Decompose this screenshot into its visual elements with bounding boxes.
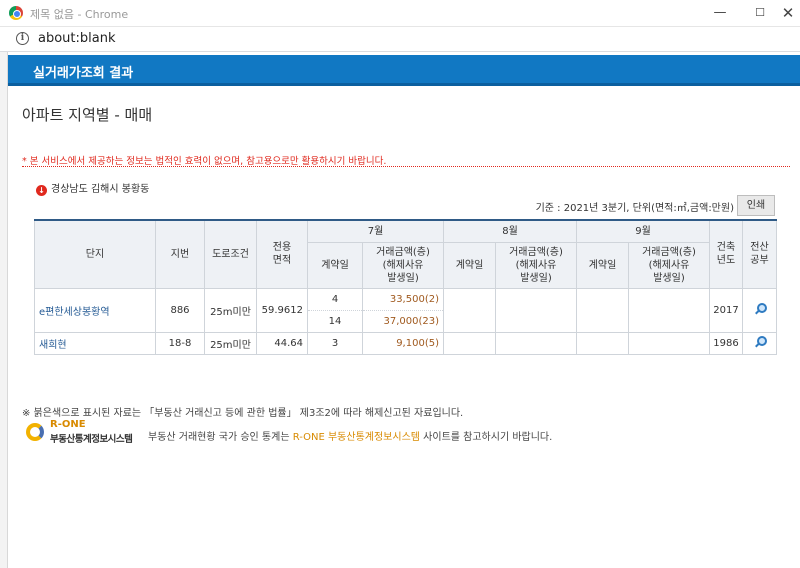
exclusive-area: 59.9612	[256, 287, 308, 333]
build-year: 1986	[709, 331, 743, 355]
road-condition: 25m미만	[204, 287, 257, 333]
empty-cell	[576, 287, 629, 333]
empty-cell	[443, 287, 496, 333]
page-title: 아파트 지역별 - 매매	[22, 106, 153, 124]
app-header: 실거래가조회 결과	[8, 55, 800, 86]
col-month-8: 8월	[443, 219, 577, 243]
rone-logo-subtitle: 부동산통계정보시스템	[50, 434, 133, 445]
empty-cell	[576, 331, 629, 355]
col-day-8: 계약일	[443, 241, 496, 289]
deal-amount: 9,100(5)	[362, 331, 444, 355]
chrome-logo-icon	[9, 6, 23, 20]
lot-number: 886	[155, 287, 205, 333]
col-month-9: 9월	[576, 219, 710, 243]
amount-value: 37,000	[383, 315, 419, 327]
floor-value: (2)	[424, 293, 439, 305]
col-build-year: 건축 년도	[709, 219, 743, 289]
rone-link[interactable]: R-ONE 부동산통계정보시스템	[293, 432, 420, 443]
rone-logo[interactable]: R-ONE 부동산통계정보시스템	[26, 419, 144, 445]
minimize-button[interactable]: —	[703, 2, 737, 24]
lot-number: 18-8	[155, 331, 205, 355]
road-condition: 25m미만	[204, 331, 257, 355]
exclusive-area: 44.64	[256, 331, 308, 355]
rone-guide-text: 부동산 거래현황 국가 승인 통계는 R-ONE 부동산통계정보시스템 사이트를…	[148, 428, 552, 443]
empty-cell	[495, 287, 577, 333]
complex-name[interactable]: 새희현	[34, 331, 156, 355]
location-pin-icon: ↓	[36, 185, 47, 196]
footnote-text: ※ 붉은색으로 표시된 자료는 「부동산 거래신고 등에 관한 법률」 제3조2…	[22, 408, 464, 419]
public-record[interactable]	[742, 331, 777, 355]
deal-amount: 33,500(2)	[362, 287, 444, 311]
contract-day: 3	[307, 331, 363, 355]
window-title: 제목 없음 - Chrome	[30, 8, 129, 21]
amount-value: 9,100	[396, 337, 425, 349]
address-bar[interactable]: i about:blank	[0, 27, 800, 52]
rone-logo-title: R-ONE	[50, 419, 86, 430]
contract-day: 4	[307, 287, 363, 311]
empty-cell	[628, 331, 710, 355]
col-day-9: 계약일	[576, 241, 629, 289]
amount-value: 33,500	[389, 293, 425, 305]
divider	[22, 166, 790, 167]
table-row: 새희현 18-8 25m미만 44.64 3 9,100(5) 1986	[34, 331, 777, 355]
info-icon[interactable]: i	[16, 32, 29, 45]
notice-text: * 본 서비스에서 제공하는 정보는 법적인 효력이 없으며, 참고용으로만 활…	[22, 156, 387, 167]
floor-value: (23)	[418, 315, 439, 327]
public-record[interactable]	[742, 287, 777, 333]
rone-ring-icon	[26, 423, 44, 441]
window-titlebar: 제목 없음 - Chrome — ☐ ✕	[0, 0, 800, 27]
frame-edge	[0, 52, 8, 568]
col-area: 전용 면적	[256, 219, 308, 289]
rone-text-post: 사이트를 참고하시기 바랍니다.	[419, 432, 553, 443]
magnifier-icon[interactable]	[754, 335, 767, 348]
magnifier-icon[interactable]	[754, 302, 767, 315]
deal-table: 단지 지번 도로조건 전용 면적 7월 8월 9월 건축 년도 전산 공부 계약…	[34, 219, 777, 355]
print-button[interactable]: 인쇄	[737, 195, 775, 216]
close-button[interactable]: ✕	[771, 2, 800, 24]
table-row: e편한세상봉황역 886 25m미만 59.9612 4 33,500(2) 2…	[34, 287, 777, 333]
deal-amount: 37,000(23)	[362, 309, 444, 333]
col-month-7: 7월	[307, 219, 444, 243]
col-road: 도로조건	[204, 219, 257, 289]
complex-name[interactable]: e편한세상봉황역	[34, 287, 156, 333]
criteria-text: 기준 : 2021년 3분기, 단위(면적:㎡,금액:만원)	[535, 203, 734, 214]
location-text: 경상남도 김해시 봉황동	[51, 184, 150, 195]
build-year: 2017	[709, 287, 743, 333]
col-lot: 지번	[155, 219, 205, 289]
floor-value: (5)	[424, 337, 439, 349]
empty-cell	[443, 331, 496, 355]
url-text[interactable]: about:blank	[38, 31, 116, 46]
app-title: 실거래가조회 결과	[33, 66, 134, 81]
empty-cell	[495, 331, 577, 355]
col-amount-7: 거래금액(층) (해제사유 발생일)	[362, 241, 444, 289]
col-complex: 단지	[34, 219, 156, 289]
rone-text-pre: 부동산 거래현황 국가 승인 통계는	[148, 432, 293, 443]
location-label: ↓ 경상남도 김해시 봉황동	[36, 180, 149, 196]
contract-day: 14	[307, 309, 363, 333]
empty-cell	[628, 287, 710, 333]
col-amount-9: 거래금액(층) (해제사유 발생일)	[628, 241, 710, 289]
col-day-7: 계약일	[307, 241, 363, 289]
col-amount-8: 거래금액(층) (해제사유 발생일)	[495, 241, 577, 289]
col-public: 전산 공부	[742, 219, 777, 289]
